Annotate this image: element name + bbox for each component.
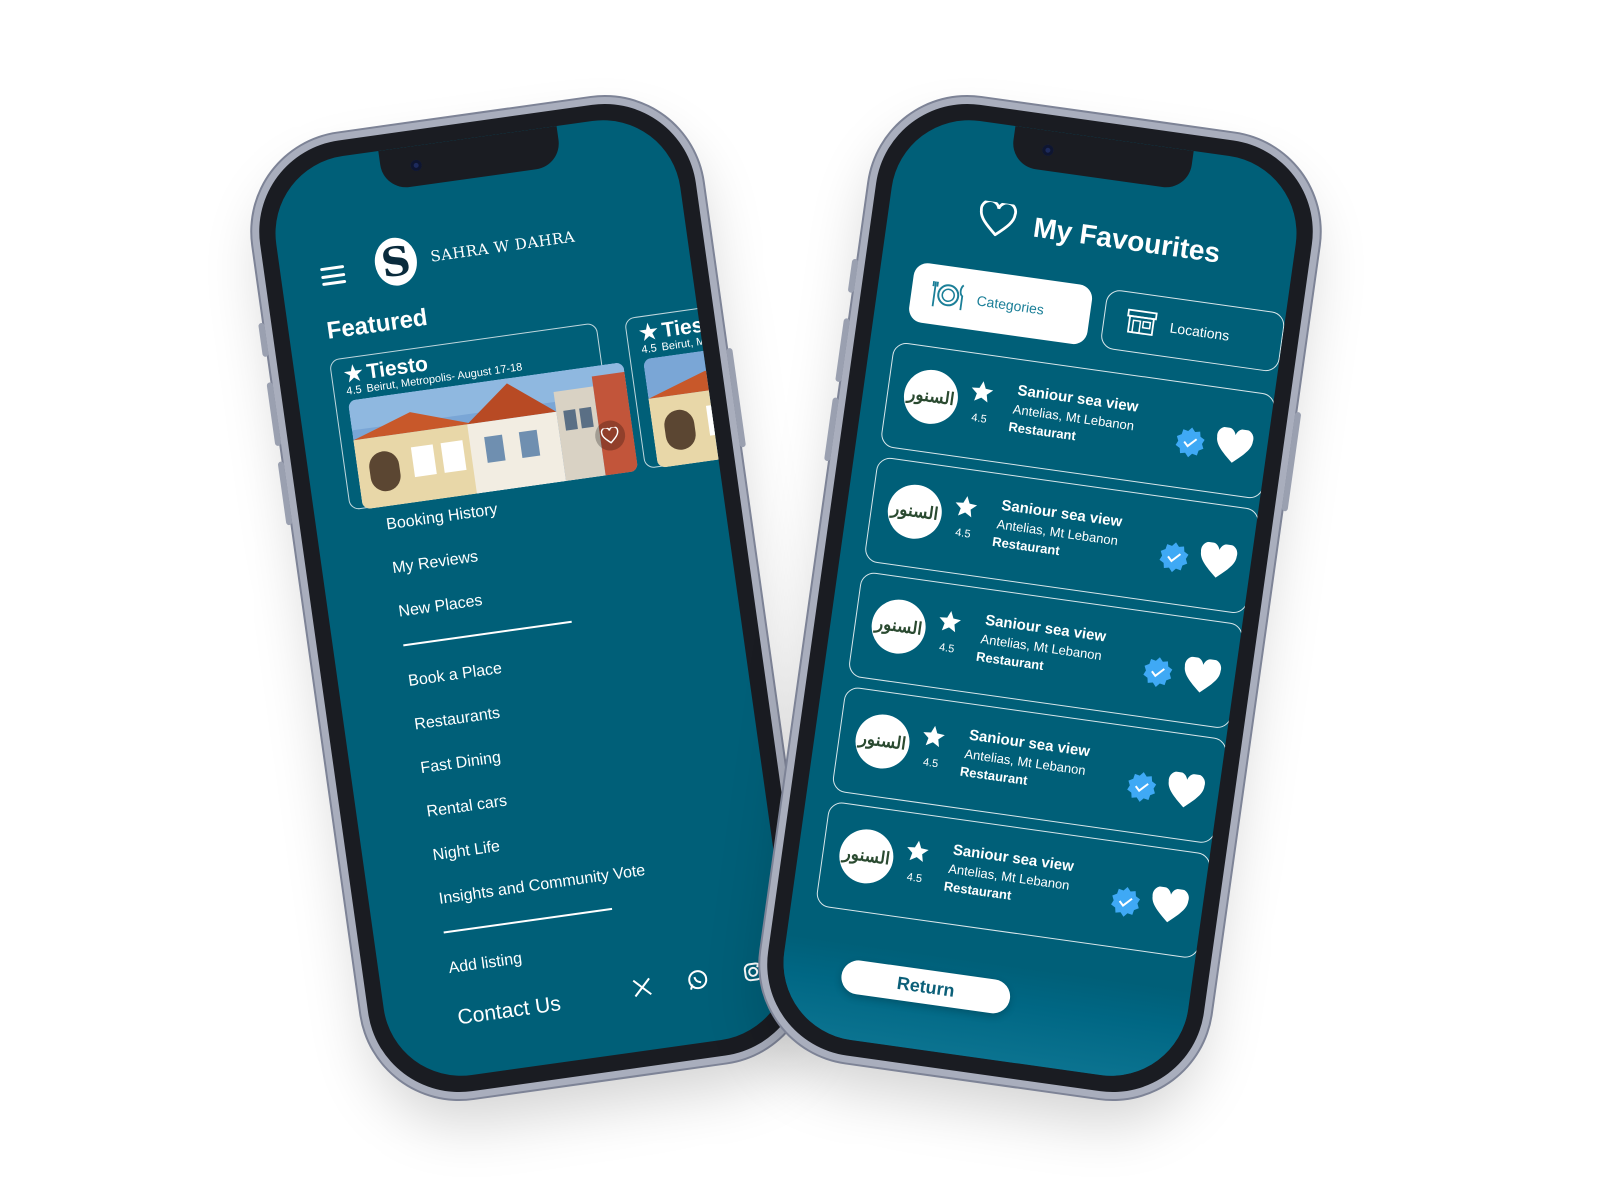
rating-value: 4.5 (922, 756, 939, 771)
restaurant-logo: السنور (835, 825, 897, 887)
favorite-heart-icon[interactable] (1146, 885, 1191, 931)
camera-icon (1041, 144, 1055, 157)
favorite-heart-icon[interactable] (1163, 771, 1208, 817)
whatsapp-icon[interactable] (685, 967, 710, 992)
phone-right: My Favourites Categories Locations السنو… (755, 92, 1325, 1104)
side-menu: Booking History My Reviews New Places Bo… (383, 475, 658, 991)
star-icon (902, 837, 932, 871)
hamburger-menu-icon[interactable] (320, 264, 347, 287)
verified-badge-icon (1171, 424, 1208, 465)
star-icon (934, 607, 964, 641)
verified-badge-icon (1155, 539, 1192, 580)
tab-label: Categories (975, 292, 1045, 318)
restaurant-logo: السنور (852, 710, 913, 772)
favourites-list: السنور 4.5 Saniour sea view Antelias, Mt… (814, 341, 1277, 969)
brand-mark: S (371, 234, 421, 289)
featured-heading: Featured (325, 303, 430, 345)
rating-value: 4.5 (970, 411, 988, 426)
tab-categories[interactable]: Categories (907, 261, 1094, 346)
star-icon (918, 722, 948, 756)
instagram-icon[interactable] (741, 959, 766, 984)
verified-badge-icon (1107, 884, 1144, 925)
restaurant-logo: السنور (900, 366, 962, 428)
notch (1009, 125, 1194, 191)
featured-card[interactable]: ★ Tiesto 4.5 Beirut, Metro (623, 280, 799, 469)
tab-label: Locations (1168, 319, 1231, 344)
restaurant-logo: السنور (884, 481, 946, 543)
x-icon[interactable] (630, 975, 655, 1000)
rating-value: 4.5 (938, 641, 956, 656)
page-title: My Favourites (1031, 211, 1223, 269)
brand-logo: S SAHRA W DAHRA (371, 213, 579, 289)
favorite-heart-icon[interactable] (1195, 541, 1240, 587)
favorite-heart-icon[interactable] (1211, 426, 1256, 472)
rating-value: 4.5 (906, 871, 923, 886)
favourites-header: My Favourites (975, 199, 1223, 273)
favorite-heart-icon[interactable] (1179, 656, 1224, 702)
menu-item-add-listing[interactable]: Add listing (446, 918, 658, 991)
brand-name: SAHRA W DAHRA (429, 227, 577, 266)
restaurant-logo: السنور (868, 596, 930, 658)
tab-locations[interactable]: Locations (1099, 288, 1286, 373)
phone-left: S SAHRA W DAHRA Featured ★ Tiesto 4.5 Beir… (247, 92, 817, 1104)
rating-value: 4.5 (954, 526, 972, 541)
featured-rating: 4.5 (345, 383, 363, 398)
verified-badge-icon (1139, 654, 1176, 695)
contact-us-label[interactable]: Contact Us (456, 992, 562, 1030)
verified-badge-icon (1123, 769, 1160, 810)
featured-rating: 4.5 (640, 342, 658, 357)
storefront-icon (1122, 305, 1160, 342)
star-icon (951, 492, 981, 526)
star-icon (967, 377, 997, 411)
favourites-screen: My Favourites Categories Locations السنو… (773, 110, 1307, 1086)
heart-outline-icon (975, 199, 1018, 244)
plate-cutlery-icon (929, 278, 967, 315)
notch (378, 125, 563, 191)
menu-screen: S SAHRA W DAHRA Featured ★ Tiesto 4.5 Beir… (265, 110, 799, 1086)
camera-icon (409, 159, 423, 172)
